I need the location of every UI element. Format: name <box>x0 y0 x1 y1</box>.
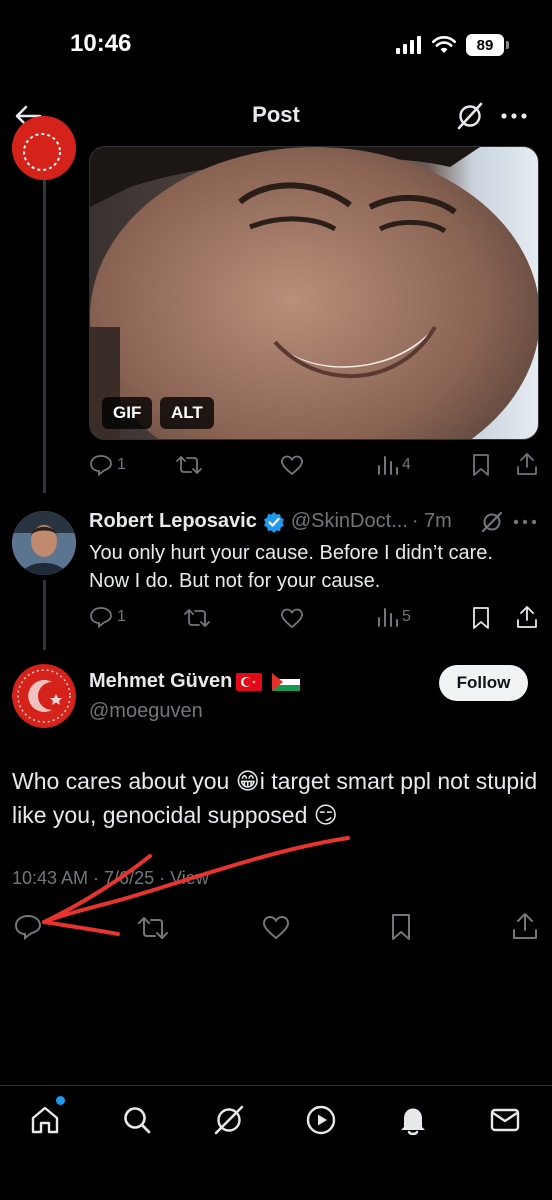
repost-action-2[interactable] <box>184 607 210 629</box>
reply-icon <box>14 914 42 940</box>
reply-action-1[interactable]: 1 <box>89 454 126 476</box>
reply-more-button[interactable] <box>512 514 538 530</box>
share-action-main[interactable] <box>512 912 538 940</box>
more-icon <box>501 113 527 119</box>
share-icon <box>517 606 537 628</box>
follow-button[interactable]: Follow <box>439 665 528 701</box>
gif-image <box>90 147 538 439</box>
share-action-2[interactable] <box>516 605 538 629</box>
search-icon <box>124 1107 151 1134</box>
repost-action-1[interactable] <box>176 454 202 476</box>
reply-timestamp: · 7m <box>411 510 452 532</box>
tab-notifications[interactable] <box>395 1102 431 1138</box>
more-icon <box>513 519 537 525</box>
crescent-emblem-icon <box>12 664 76 728</box>
views-count: 4 <box>402 456 411 473</box>
battery-indicator: 89 <box>466 34 509 56</box>
tab-search[interactable] <box>119 1102 155 1138</box>
grok-icon <box>214 1105 244 1135</box>
repost-icon <box>184 609 210 627</box>
main-author-name[interactable]: Mehmet Güven <box>89 670 232 693</box>
palestine-flag-icon <box>272 672 301 691</box>
status-icons: 89 <box>396 34 509 56</box>
grok-icon <box>481 511 503 533</box>
verified-badge-icon <box>263 511 284 533</box>
bookmark-icon <box>392 914 410 940</box>
repost-action-main[interactable] <box>138 915 168 941</box>
like-action-2[interactable] <box>280 607 304 629</box>
thread-line-middle <box>43 580 46 650</box>
tab-messages[interactable] <box>487 1102 523 1138</box>
share-action-1[interactable] <box>516 452 538 476</box>
repost-icon <box>138 917 168 939</box>
share-icon <box>517 453 537 475</box>
crescent-emblem-icon <box>12 116 76 180</box>
thread-line-top <box>43 178 46 493</box>
views-icon <box>378 608 398 627</box>
heart-icon <box>281 608 303 629</box>
reply-icon <box>90 607 112 628</box>
views-action-1[interactable]: 4 <box>376 454 411 476</box>
like-action-1[interactable] <box>280 454 304 476</box>
reply-action-main[interactable] <box>14 914 42 940</box>
reply-header: Robert Leposavic @SkinDoct... · 7m <box>89 510 452 533</box>
alt-badge[interactable]: ALT <box>160 397 214 429</box>
views-action-2[interactable]: 5 <box>376 606 411 628</box>
video-icon <box>306 1105 336 1135</box>
bookmark-action-main[interactable] <box>389 913 413 941</box>
views-count: 5 <box>402 608 411 625</box>
avatar-top[interactable] <box>12 116 76 180</box>
bookmark-icon <box>473 607 489 629</box>
main-post-text: Who cares about you 😁i target smart ppl … <box>12 768 538 828</box>
reply-avatar[interactable] <box>12 511 76 575</box>
main-avatar[interactable] <box>12 664 76 728</box>
share-icon <box>513 913 537 939</box>
gif-badge: GIF <box>102 397 153 429</box>
repost-icon <box>176 456 202 474</box>
main-author: Mehmet Güven <box>89 670 301 693</box>
gif-media[interactable]: GIF ALT <box>89 146 539 440</box>
reply-avatar-image <box>12 511 76 575</box>
reply-author-name[interactable]: Robert Leposavic <box>89 510 257 533</box>
tab-grok[interactable] <box>211 1102 247 1138</box>
views-icon <box>378 456 398 475</box>
bookmark-action-2[interactable] <box>471 606 491 630</box>
reply-action-2[interactable]: 1 <box>89 606 126 628</box>
bookmark-action-1[interactable] <box>471 453 491 477</box>
bottom-tab-bar <box>0 1085 552 1200</box>
wifi-icon <box>432 36 456 53</box>
home-icon <box>31 1106 59 1134</box>
reply-author-handle[interactable]: @SkinDoct... <box>291 510 408 533</box>
reply-text: You only hurt your cause. Before I didn’… <box>89 542 493 592</box>
cellular-signal-icon <box>396 36 421 54</box>
reply-grok-button[interactable] <box>481 511 503 533</box>
grok-button[interactable] <box>456 102 486 132</box>
heart-icon <box>281 455 303 476</box>
tab-video[interactable] <box>303 1102 339 1138</box>
heart-icon <box>262 915 290 940</box>
home-notification-dot <box>56 1096 65 1105</box>
notifications-icon <box>401 1108 425 1136</box>
post-timestamp[interactable]: 10:43 AM · 7/6/25 · View <box>12 868 209 889</box>
bookmark-icon <box>473 454 489 476</box>
main-author-handle[interactable]: @moeguven <box>89 700 203 723</box>
like-action-main[interactable] <box>262 914 290 940</box>
grok-icon <box>457 102 483 130</box>
reply-count: 1 <box>117 456 126 473</box>
more-options-button[interactable] <box>500 104 528 128</box>
messages-icon <box>490 1108 520 1132</box>
reply-icon <box>90 455 112 476</box>
turkey-flag-icon <box>236 672 263 691</box>
status-time: 10:46 <box>70 30 132 57</box>
reply-count: 1 <box>117 608 126 625</box>
tab-home[interactable] <box>27 1096 65 1138</box>
